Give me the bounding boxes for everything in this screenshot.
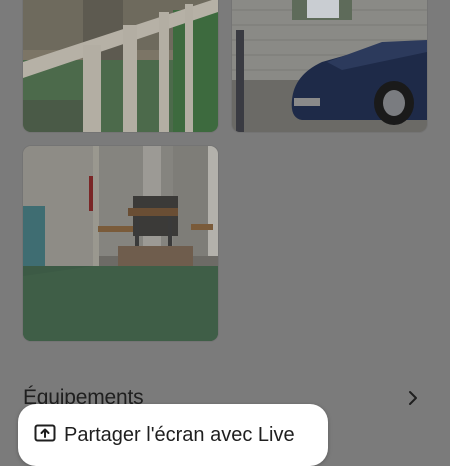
screen-share-icon (34, 424, 56, 442)
chevron-right-icon (409, 391, 417, 405)
share-screen-live-label: Partager l'écran avec Live (64, 424, 295, 446)
photo-terrace-railing-image (23, 0, 218, 132)
photo-mobile-home-car[interactable] (232, 0, 427, 132)
share-screen-live-button[interactable]: Partager l'écran avec Live (18, 404, 328, 466)
photo-covered-terrace[interactable] (23, 146, 218, 341)
photo-mobile-home-car-image (232, 0, 427, 132)
photo-covered-terrace-image (23, 146, 218, 341)
photo-terrace-railing[interactable] (23, 0, 218, 132)
